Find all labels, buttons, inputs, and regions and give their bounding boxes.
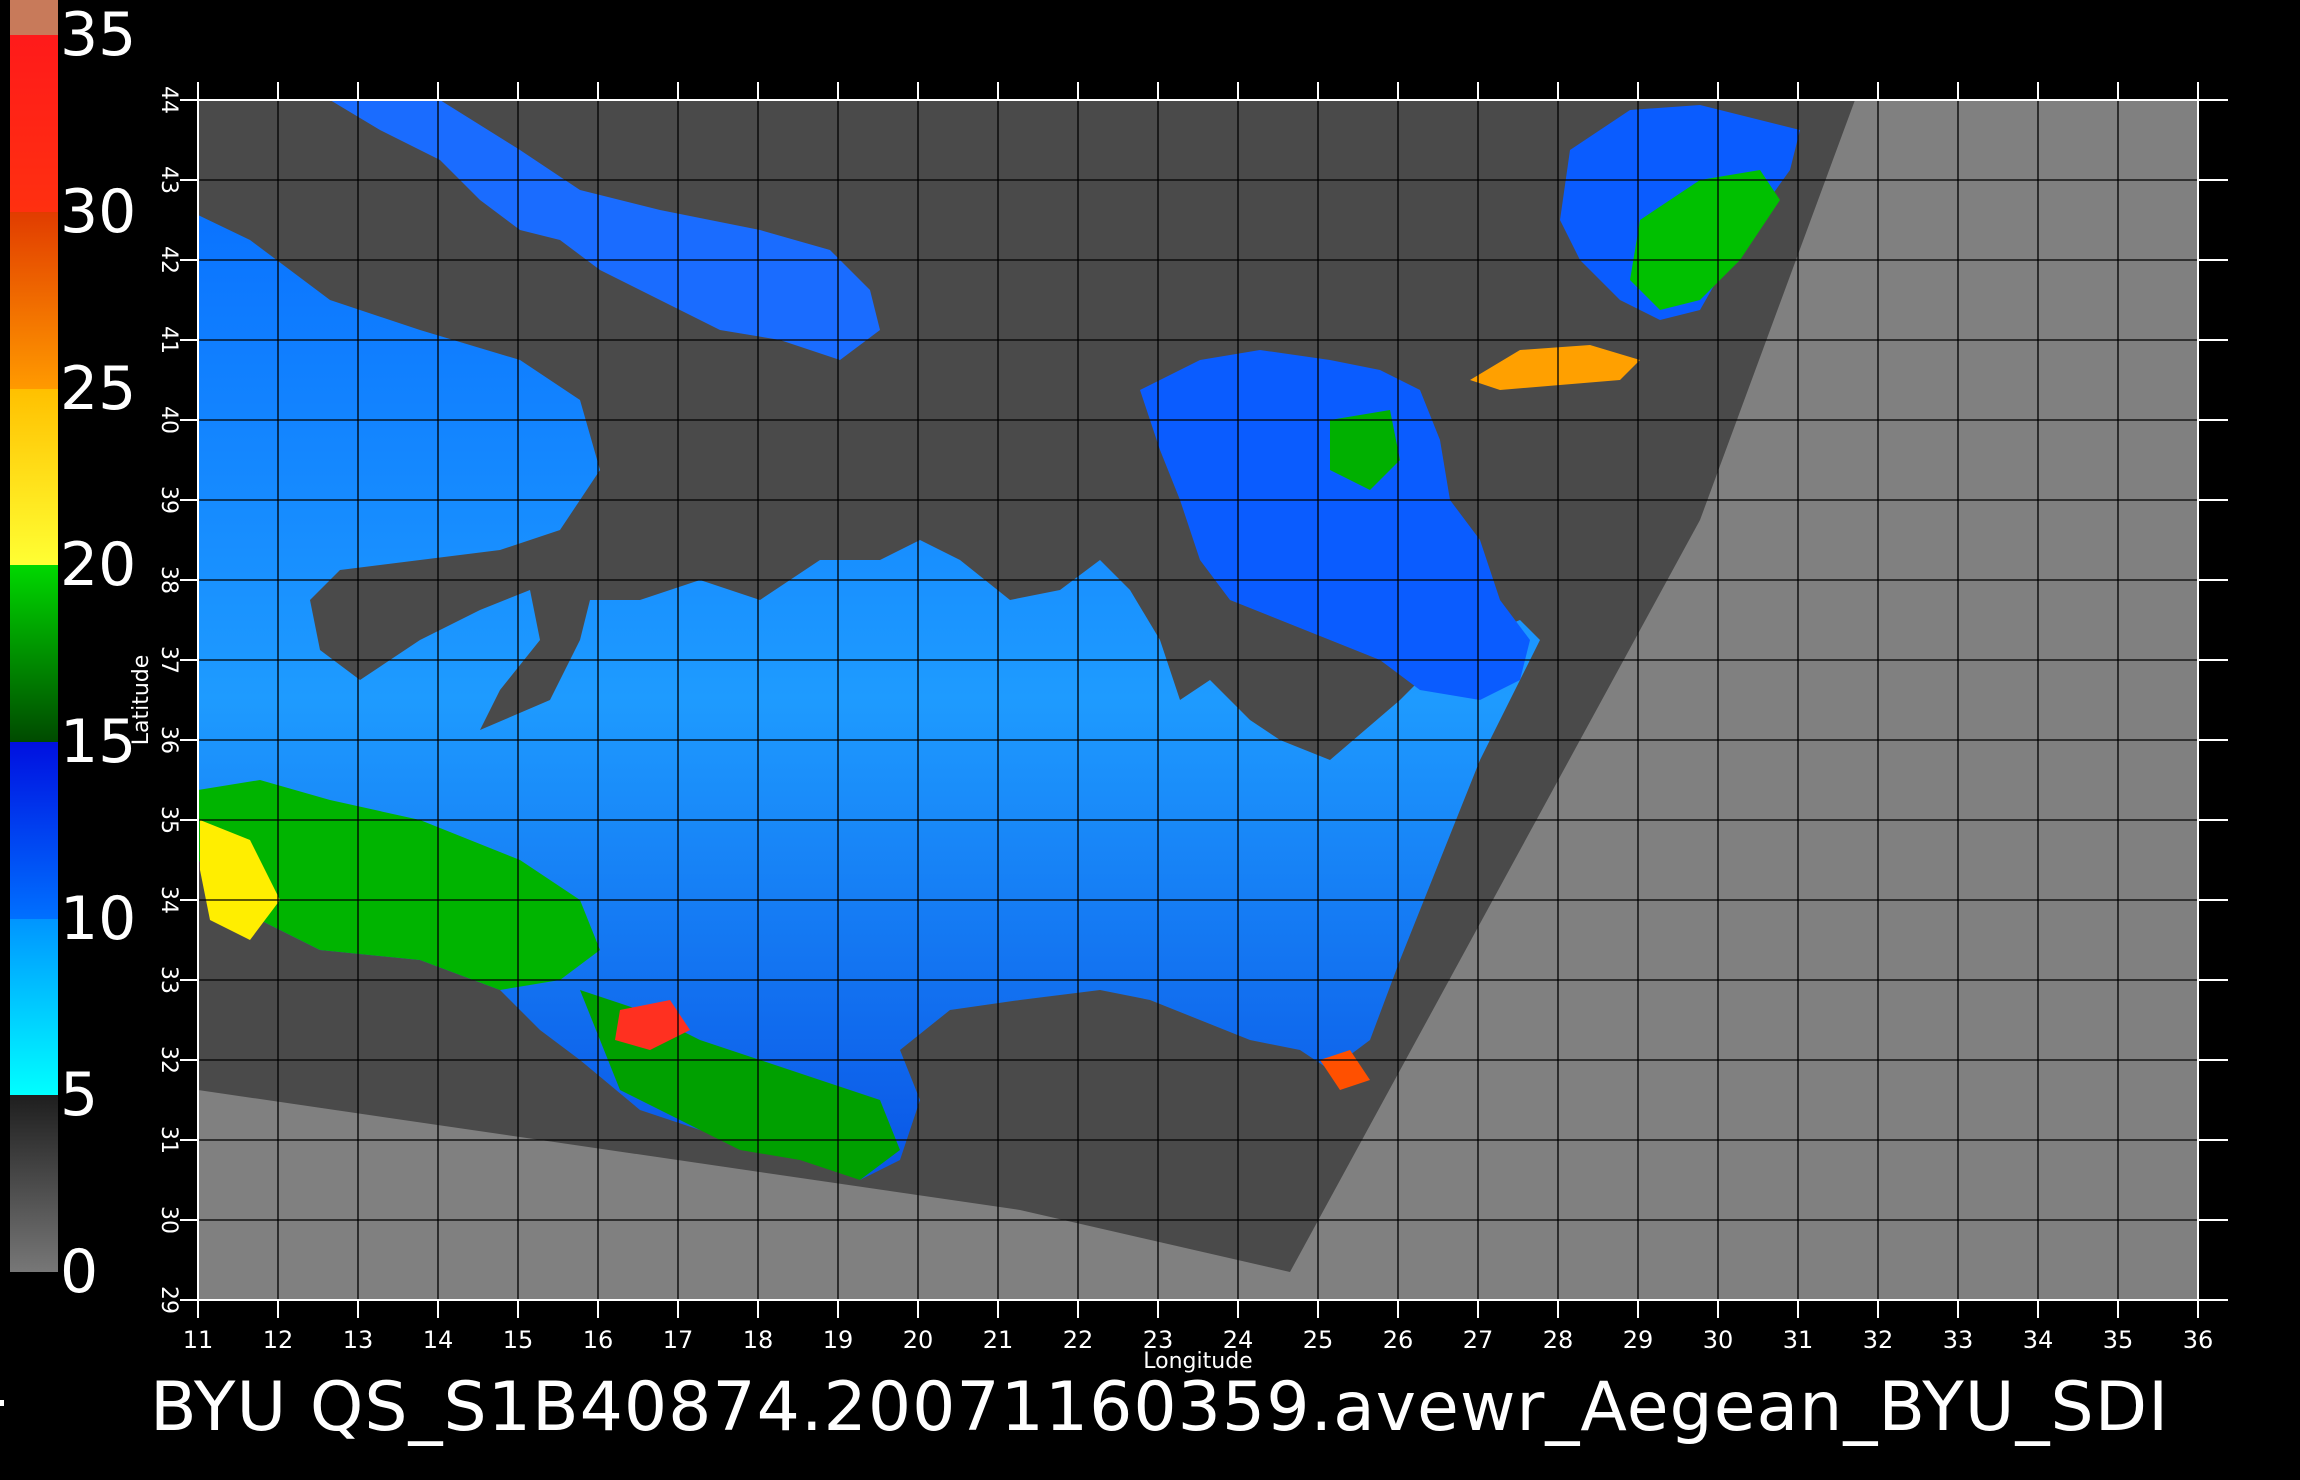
longitude-tick-label: 36 xyxy=(2183,1326,2214,1354)
longitude-tick-label: 20 xyxy=(903,1326,934,1354)
longitude-tick-label: 29 xyxy=(1623,1326,1654,1354)
longitude-tick-label: 12 xyxy=(263,1326,294,1354)
latitude-tick-label: 32 xyxy=(156,1046,181,1074)
longitude-tick-label: 31 xyxy=(1783,1326,1814,1354)
longitude-tick-label: 28 xyxy=(1543,1326,1574,1354)
longitude-tick-label: 18 xyxy=(743,1326,774,1354)
longitude-tick-label: 17 xyxy=(663,1326,694,1354)
longitude-tick-label: 19 xyxy=(823,1326,854,1354)
latitude-tick-label: 41 xyxy=(156,326,181,354)
image-caption: BYU QS_S1B40874.20071160359.avewr_Aegean… xyxy=(150,1368,2170,1447)
y-axis-label: Latitude xyxy=(129,655,154,746)
longitude-tick-label: 26 xyxy=(1383,1326,1414,1354)
longitude-tick-label: 15 xyxy=(503,1326,534,1354)
longitude-tick-label: 30 xyxy=(1703,1326,1734,1354)
longitude-tick-label: 35 xyxy=(2103,1326,2134,1354)
latitude-tick-label: 42 xyxy=(156,246,181,274)
latitude-tick-label: 39 xyxy=(156,486,181,514)
longitude-tick-label: 33 xyxy=(1943,1326,1974,1354)
latitude-tick-label: 30 xyxy=(156,1206,181,1234)
longitude-tick-label: 21 xyxy=(983,1326,1014,1354)
latitude-tick-label: 37 xyxy=(156,646,181,674)
longitude-tick-label: 11 xyxy=(183,1326,214,1354)
longitude-tick-label: 14 xyxy=(423,1326,454,1354)
longitude-tick-label: 13 xyxy=(343,1326,374,1354)
edge-marker xyxy=(0,1400,4,1406)
wind-speed-map: 11 12 13 14 15 16 17 18 19 20 21 22 23 24 25 26 27 28 29 30… xyxy=(129,82,2228,1374)
latitude-tick-label: 34 xyxy=(156,886,181,914)
longitude-tick-label: 22 xyxy=(1063,1326,1094,1354)
longitude-tick-label: 27 xyxy=(1463,1326,1494,1354)
latitude-tick-label: 43 xyxy=(156,166,181,194)
latitude-tick-label: 36 xyxy=(156,726,181,754)
longitude-tick-label: 25 xyxy=(1303,1326,1334,1354)
latitude-tick-label: 29 xyxy=(156,1286,181,1314)
longitude-tick-label: 32 xyxy=(1863,1326,1894,1354)
latitude-tick-label: 35 xyxy=(156,806,181,834)
longitude-tick-label: 34 xyxy=(2023,1326,2054,1354)
latitude-tick-label: 31 xyxy=(156,1126,181,1154)
latitude-tick-label: 33 xyxy=(156,966,181,994)
latitude-tick-label: 38 xyxy=(156,566,181,594)
longitude-tick-label: 16 xyxy=(583,1326,614,1354)
latitude-tick-label: 40 xyxy=(156,406,181,434)
latitude-tick-labels: 29 30 31 32 33 34 35 36 37 38 39 40 41 42 43 44 xyxy=(156,86,181,1314)
latitude-tick-label: 44 xyxy=(156,86,181,114)
